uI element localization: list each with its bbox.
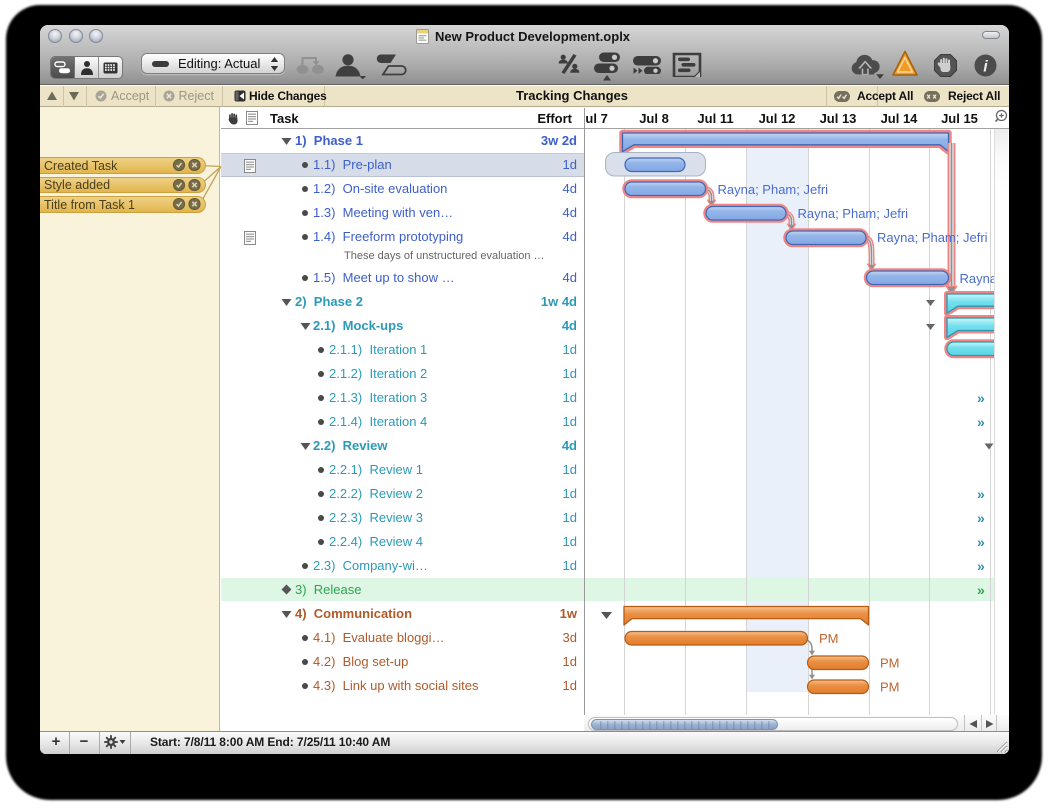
svg-text:»: » [977, 486, 985, 502]
svg-text:Rayna; Pham; Jefri: Rayna; Pham; Jefri [877, 230, 988, 245]
svg-text:PM: PM [880, 656, 900, 671]
svg-text:»: » [977, 510, 985, 526]
svg-text:i: i [983, 59, 988, 76]
svg-text:»: » [977, 582, 985, 598]
svg-text:Rayna; Pham; Jefri: Rayna; Pham; Jefri [798, 206, 909, 221]
svg-text:PM: PM [880, 680, 900, 695]
svg-text:»: » [977, 414, 985, 430]
svg-text:Rayna: Rayna [960, 271, 995, 286]
svg-text:»: » [977, 390, 985, 406]
svg-text:PM: PM [819, 631, 839, 646]
svg-text:»: » [977, 534, 985, 550]
svg-text:Rayna; Pham; Jefri: Rayna; Pham; Jefri [718, 182, 829, 197]
svg-text:»: » [977, 558, 985, 574]
